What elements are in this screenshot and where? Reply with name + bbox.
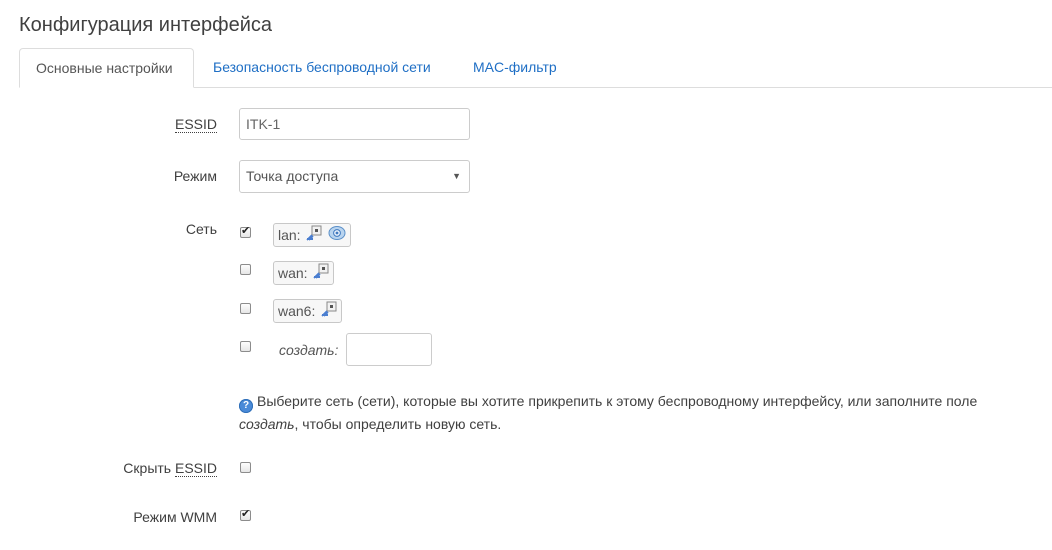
essid-label: ESSID bbox=[174, 116, 217, 133]
tab-mac-filter[interactable]: MAC-фильтр bbox=[457, 48, 573, 87]
network-wan6-badge[interactable]: wan6: bbox=[273, 299, 343, 323]
ethernet-port-icon bbox=[313, 263, 329, 285]
hide-essid-label-prefix: Скрыть bbox=[123, 460, 175, 476]
wireless-icon bbox=[328, 225, 346, 247]
checkmark-icon: ✔ bbox=[241, 508, 251, 520]
network-help-text: ? Выберите сеть (сети), которые вы хотите… bbox=[239, 390, 1019, 435]
network-wan-label: wan: bbox=[278, 265, 308, 281]
hide-essid-checkbox[interactable] bbox=[240, 462, 251, 473]
ethernet-port-icon bbox=[306, 225, 322, 247]
help-text-after: , чтобы определить новую сеть. bbox=[294, 416, 502, 432]
checkmark-icon: ✔ bbox=[241, 225, 251, 237]
wmm-label: Режим WMM bbox=[133, 509, 217, 525]
tab-wireless-security[interactable]: Безопасность беспроводной сети bbox=[197, 48, 447, 87]
network-lan-badge[interactable]: lan: bbox=[273, 223, 352, 247]
wmm-checkbox[interactable]: ✔ bbox=[240, 508, 251, 521]
network-create-input[interactable] bbox=[346, 333, 432, 366]
tab-bar: Основные настройки Безопасность беспрово… bbox=[19, 48, 1052, 88]
ethernet-port-icon bbox=[321, 301, 337, 323]
hide-essid-label-abbr: ESSID bbox=[174, 460, 217, 477]
help-icon: ? bbox=[239, 399, 253, 413]
mode-label: Режим bbox=[173, 168, 217, 184]
network-wan-checkbox[interactable] bbox=[240, 264, 251, 275]
tab-basic-settings[interactable]: Основные настройки bbox=[19, 48, 194, 88]
mode-select[interactable]: Точка доступа ▼ bbox=[239, 160, 470, 193]
network-wan6-label: wan6: bbox=[278, 303, 316, 319]
mode-select-value: Точка доступа bbox=[246, 168, 339, 184]
hide-essid-label: Скрыть ESSID bbox=[123, 460, 217, 477]
help-text-before: Выберите сеть (сети), которые вы хотите … bbox=[257, 393, 978, 409]
essid-label-text: ESSID bbox=[174, 116, 217, 133]
help-text-italic: создать bbox=[239, 416, 295, 432]
essid-input[interactable] bbox=[239, 108, 470, 140]
page-title: Конфигурация интерфейса bbox=[19, 14, 273, 36]
network-lan-label: lan: bbox=[278, 227, 301, 243]
network-create-label: создать: bbox=[279, 342, 339, 358]
network-create-checkbox[interactable] bbox=[240, 341, 251, 352]
dropdown-arrow-icon: ▼ bbox=[452, 171, 461, 181]
network-wan-badge[interactable]: wan: bbox=[273, 261, 335, 285]
network-lan-checkbox[interactable]: ✔ bbox=[240, 225, 251, 238]
network-label: Сеть bbox=[185, 221, 217, 237]
network-wan6-checkbox[interactable] bbox=[240, 303, 251, 314]
